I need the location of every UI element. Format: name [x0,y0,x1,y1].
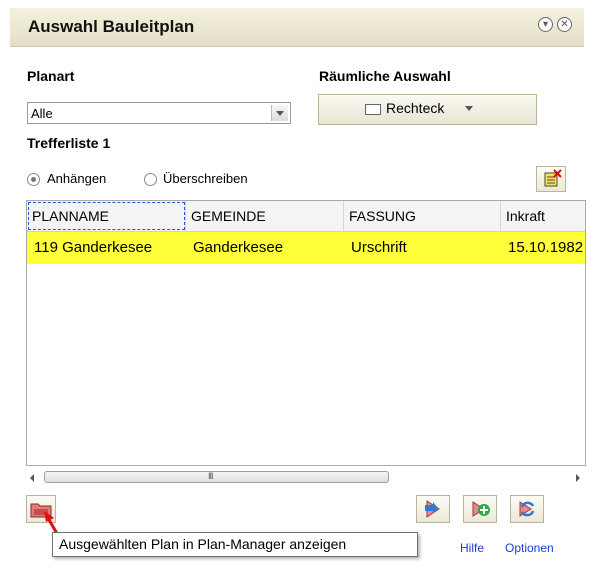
planart-select-value: Alle [31,106,53,121]
rectangle-icon [365,104,381,115]
import-button[interactable] [416,495,450,523]
auswahl-bauleitplan-panel: Auswahl Bauleitplan ▾ ✕ Planart Räumlich… [10,8,586,564]
cell-fassung: Urschrift [351,239,407,256]
scroll-right-icon[interactable] [576,474,580,482]
planart-select[interactable]: Alle [27,102,291,124]
results-table: PLANNAME GEMEINDE FASSUNG Inkraft 119 Ga… [26,200,586,466]
radio-anhaengen[interactable] [27,173,40,186]
table-row[interactable]: 119 Ganderkesee Ganderkesee Urschrift 15… [27,232,585,264]
radio-ueberschreiben-label: Überschreiben [163,171,248,186]
column-header-planname[interactable]: PLANNAME [27,201,186,231]
collapse-circle-icon[interactable]: ▾ [538,17,553,32]
column-header-gemeinde[interactable]: GEMEINDE [186,201,344,231]
column-header-fassung[interactable]: FASSUNG [344,201,501,231]
rechteck-button[interactable]: Rechteck [318,94,537,125]
refresh-button[interactable] [510,495,544,523]
scrollbar-thumb[interactable]: III [44,471,389,483]
column-header-inkraft[interactable]: Inkraft [501,201,585,231]
cell-gemeinde: Ganderkesee [193,239,284,256]
add-icon [472,501,490,517]
horizontal-scrollbar[interactable]: III [26,469,586,486]
scrollbar-grip: III [208,471,213,481]
trefferliste-label: Trefferliste 1 [27,135,111,151]
panel-title: Auswahl Bauleitplan [28,17,195,36]
chevron-down-icon[interactable] [271,105,288,121]
scroll-left-icon[interactable] [30,474,34,482]
title-bar: Auswahl Bauleitplan ▾ ✕ [10,8,584,47]
table-header: PLANNAME GEMEINDE FASSUNG Inkraft [27,201,585,232]
hilfe-link[interactable]: Hilfe [460,541,484,555]
clear-list-icon [544,169,562,187]
cell-planname: 119 Ganderkesee [34,239,153,256]
optionen-link[interactable]: Optionen [505,541,554,555]
radio-anhaengen-label: Anhängen [47,171,107,186]
clear-list-button[interactable] [536,166,566,192]
radio-ueberschreiben[interactable] [144,173,157,186]
rechteck-button-label: Rechteck [386,100,445,116]
import-arrow-icon [425,500,440,518]
close-circle-icon[interactable]: ✕ [557,17,572,32]
add-plan-button[interactable] [463,495,497,523]
raeumliche-auswahl-label: Räumliche Auswahl [319,68,451,84]
planart-label: Planart [27,68,75,84]
refresh-icon [519,501,535,517]
dropdown-arrow-icon [465,106,473,111]
cell-inkraft: 15.10.1982 [508,239,584,256]
tooltip: Ausgewählten Plan in Plan-Manager anzeig… [52,532,418,557]
